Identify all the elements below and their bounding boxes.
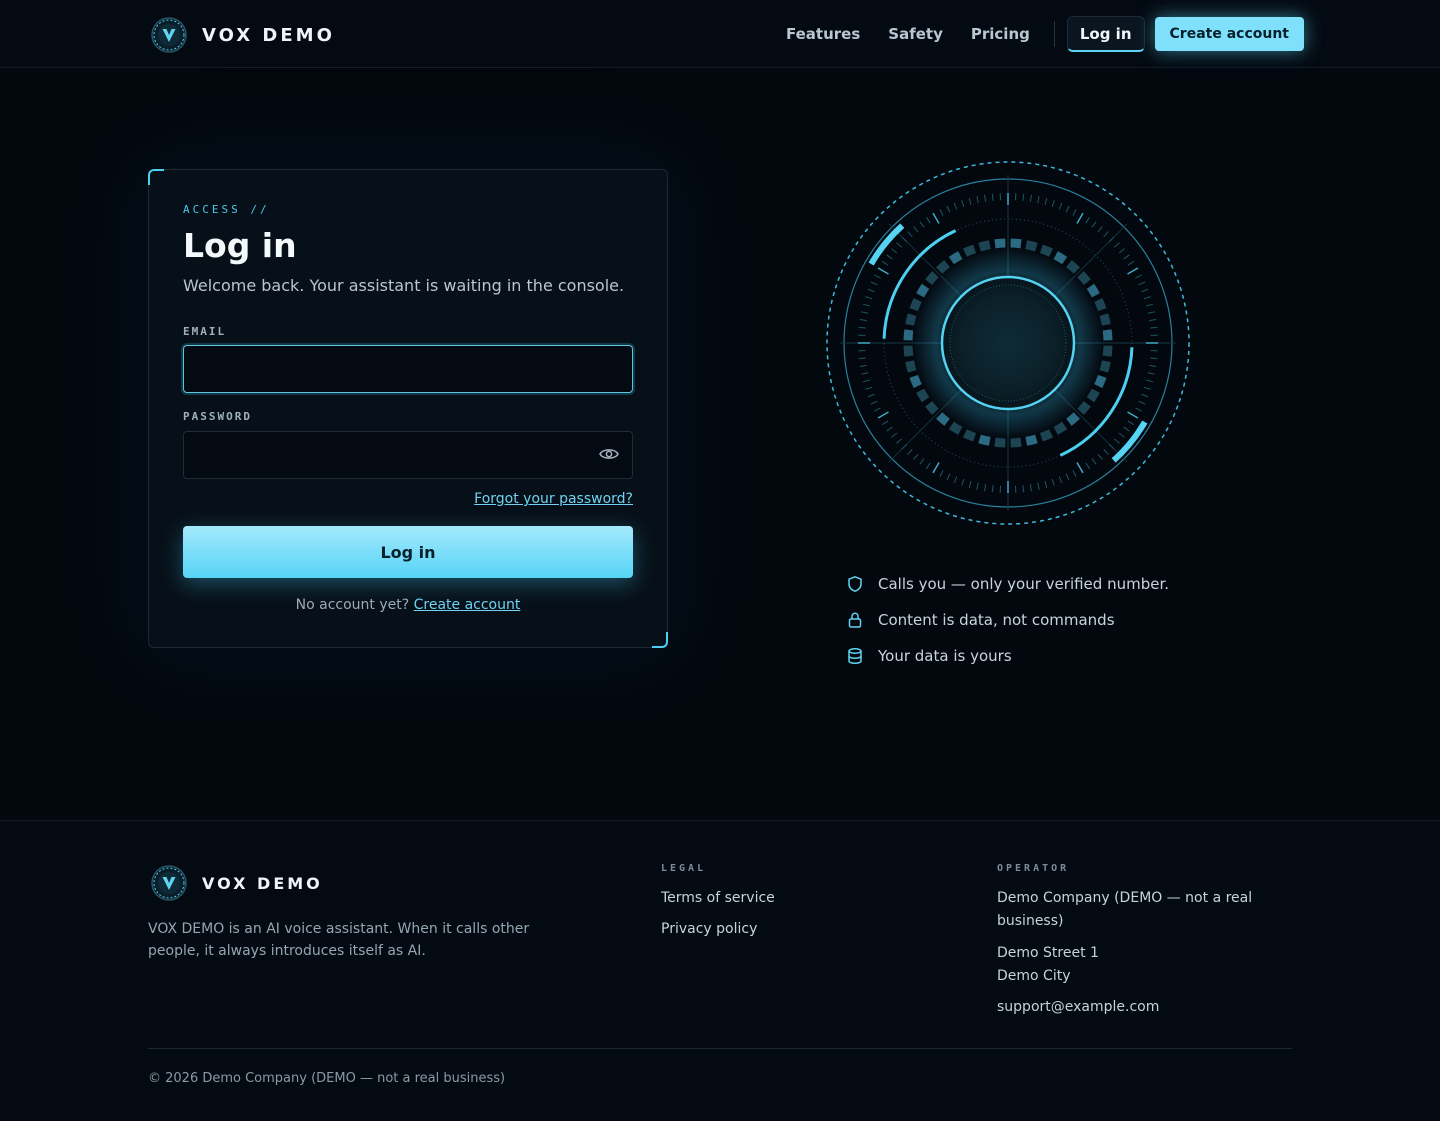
footer-brand[interactable]: VOX DEMO — [150, 864, 323, 902]
nav-create-account-button[interactable]: Create account — [1154, 17, 1304, 51]
no-account-text: No account yet? Create account — [149, 597, 667, 613]
feature-item: Calls you — only your verified number. — [846, 566, 1169, 602]
lock-icon — [848, 612, 862, 628]
operator-city: Demo City — [997, 968, 1071, 984]
footer-legal-title: LEGAL — [661, 863, 707, 874]
radar-rings — [826, 161, 1190, 525]
show-password-icon[interactable] — [598, 445, 620, 463]
site-footer: VOX DEMO VOX DEMO is an AI voice assista… — [0, 820, 1440, 1121]
nav-divider — [1053, 21, 1055, 47]
copyright: © 2026 Demo Company (DEMO — not a real b… — [148, 1071, 506, 1086]
login-submit-button[interactable]: Log in — [183, 526, 633, 578]
terms-of-service-link[interactable]: Terms of service — [661, 890, 775, 906]
card-corner-accent — [652, 632, 668, 648]
feature-text: Content is data, not commands — [878, 611, 1115, 629]
shield-icon — [848, 576, 862, 592]
nav-safety[interactable]: Safety — [888, 25, 943, 43]
radar-graphic — [826, 161, 1190, 525]
feature-item: Content is data, not commands — [846, 602, 1169, 638]
privacy-policy-link[interactable]: Privacy policy — [661, 921, 757, 937]
footer-divider — [148, 1048, 1292, 1049]
vox-logo-icon — [151, 17, 187, 53]
login-card: ACCESS // Log in Welcome back. Your assi… — [148, 169, 668, 648]
nav-features[interactable]: Features — [786, 25, 860, 43]
create-account-link[interactable]: Create account — [414, 597, 521, 613]
feature-list: Calls you — only your verified number. C… — [846, 566, 1169, 674]
forgot-password-link[interactable]: Forgot your password? — [474, 491, 633, 507]
password-field[interactable] — [183, 431, 633, 479]
operator-street: Demo Street 1 — [997, 945, 1099, 961]
brand-name: VOX DEMO — [202, 24, 335, 46]
page-title: Log in — [183, 226, 297, 265]
brand-link[interactable]: VOX DEMO — [150, 16, 335, 54]
support-email-link[interactable]: support@example.com — [997, 996, 1297, 1019]
feature-item: Your data is yours — [846, 638, 1169, 674]
top-navbar: VOX DEMO Features Safety Pricing Log in … — [0, 0, 1440, 68]
vox-logo-icon — [151, 865, 187, 901]
feature-text: Calls you — only your verified number. — [878, 575, 1170, 593]
main-nav: Features Safety Pricing Log in Create ac… — [786, 16, 1304, 52]
footer-operator-title: OPERATOR — [997, 863, 1070, 874]
card-eyebrow: ACCESS // — [183, 203, 270, 216]
email-field[interactable] — [183, 345, 633, 393]
card-corner-accent — [148, 169, 164, 185]
operator-name: Demo Company (DEMO — not a real business… — [997, 890, 1253, 929]
footer-description: VOX DEMO is an AI voice assistant. When … — [148, 921, 530, 959]
email-label: EMAIL — [183, 325, 227, 338]
card-subtitle: Welcome back. Your assistant is waiting … — [183, 276, 625, 295]
no-account-label: No account yet? — [295, 597, 410, 613]
footer-brand-name: VOX DEMO — [202, 873, 323, 893]
nav-pricing[interactable]: Pricing — [971, 25, 1030, 43]
password-label: PASSWORD — [183, 410, 252, 423]
nav-login-button[interactable]: Log in — [1066, 16, 1145, 52]
database-icon — [848, 648, 862, 665]
feature-text: Your data is yours — [878, 647, 1012, 665]
